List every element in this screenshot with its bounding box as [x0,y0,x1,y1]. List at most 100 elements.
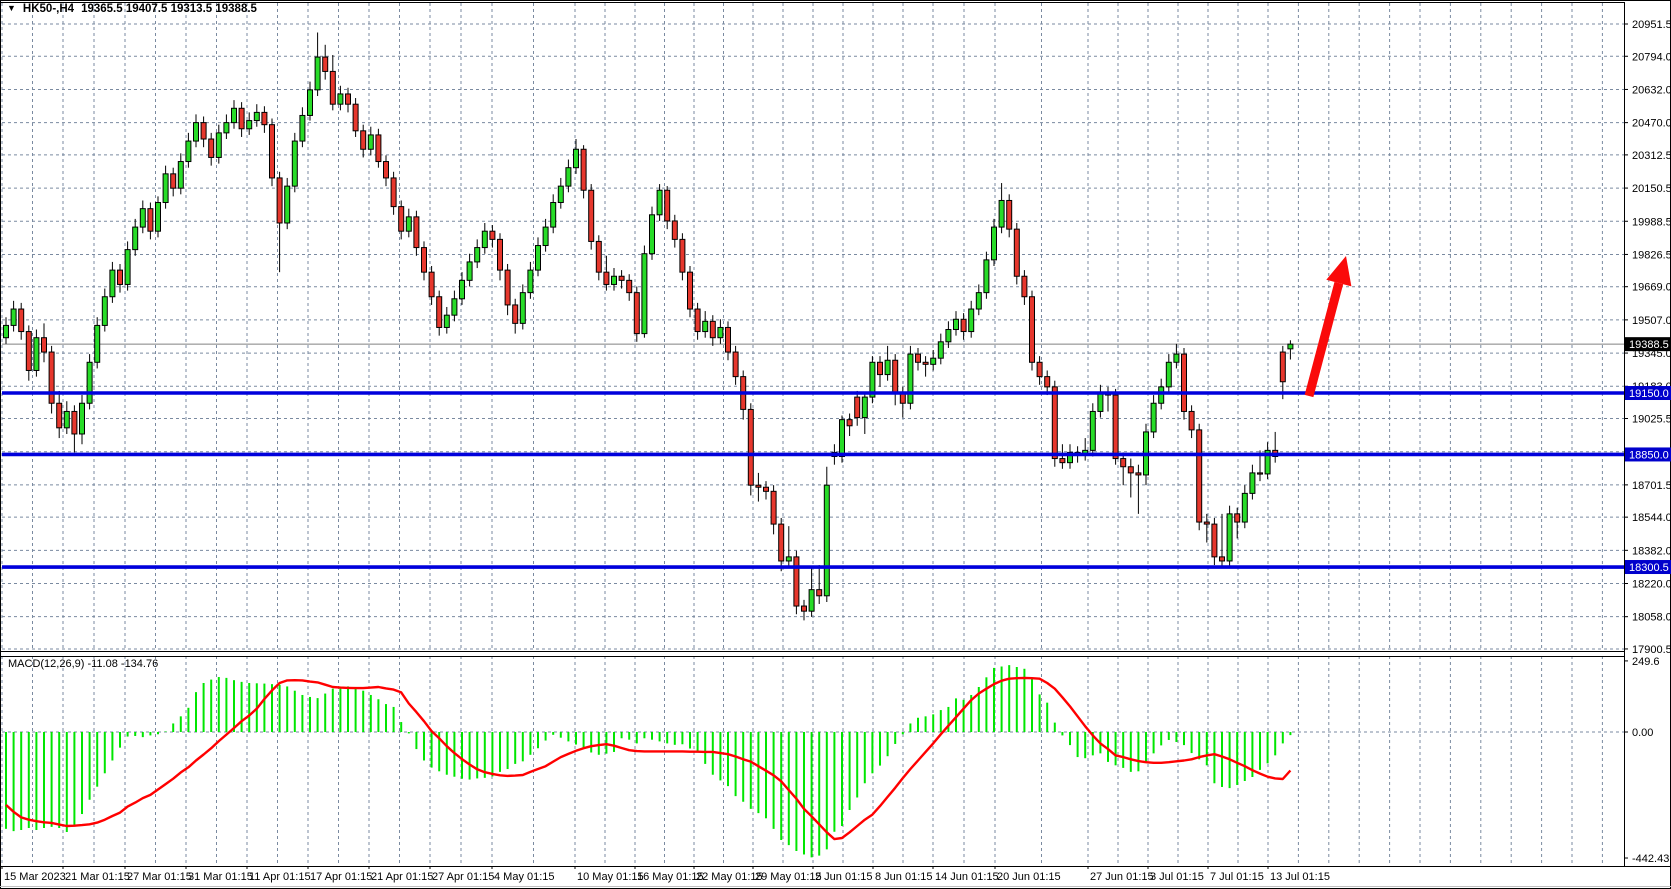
bull-candle [247,121,252,129]
bear-candle [604,272,609,284]
bear-candle [771,491,776,524]
bull-candle [475,248,480,262]
bull-candle [467,262,472,280]
bear-candle [710,321,715,337]
bull-candle [460,280,465,298]
bear-candle [505,270,510,305]
bull-candle [528,270,533,293]
bear-candle [1113,395,1118,458]
price-tick-label: 20632.0 [1632,84,1671,96]
hline-price-badge-label: 19150.0 [1629,388,1669,400]
bull-candle [938,342,943,358]
bull-candle [452,299,457,315]
bull-candle [285,186,290,223]
bull-candle [566,168,571,186]
bull-candle [718,327,723,337]
bear-candle [794,557,799,606]
bear-candle [748,409,753,485]
bull-candle [520,293,525,324]
price-axis[interactable]: 20951.520794.020632.020470.020312.520150… [1624,19,1671,865]
bull-candle [703,321,708,331]
bear-candle [399,207,404,232]
chart-plot[interactable]: 20951.520794.020632.020470.020312.520150… [0,0,1671,889]
bull-candle [946,330,951,342]
symbol-label: HK50-,H4 [23,3,74,15]
bull-candle [216,133,221,158]
price-tick-label: 18701.5 [1632,480,1671,492]
bull-candle [984,260,989,293]
bull-candle [862,397,867,417]
bear-candle [634,293,639,334]
bull-candle [178,162,183,189]
bear-candle [817,590,822,596]
bull-candle [809,590,814,612]
bear-candle [847,420,852,426]
price-tick-label: 19826.5 [1632,249,1671,261]
bull-candle [992,227,997,260]
bull-candle [87,362,92,403]
price-tick-label: 20951.5 [1632,19,1671,31]
chart-title: ▼ HK50-,H4 19365.5 19407.5 19313.5 19388… [7,3,257,15]
bear-candle [1136,473,1141,475]
bull-candle [163,174,168,203]
bull-candle [1227,514,1232,561]
bear-candle [490,231,495,239]
time-tick-label: 31 Mar 01:15 [188,871,253,883]
bull-candle [574,149,579,167]
bull-candle [102,297,107,326]
time-tick-label: 15 Mar 2023 [4,871,66,883]
bear-candle [1030,297,1035,363]
time-axis[interactable]: 15 Mar 202321 Mar 01:1527 Mar 01:1531 Ma… [2,866,1330,883]
bear-candle [589,190,594,241]
bull-candle [999,200,1004,227]
bear-candle [802,606,807,611]
panel-borders [0,1,1671,889]
bull-candle [80,403,85,434]
time-tick-label: 21 Apr 01:15 [371,871,433,883]
candles [4,33,1293,621]
symbol-dropdown-icon[interactable]: ▼ [7,3,16,13]
bear-candle [619,276,624,280]
chart-window: 20951.520794.020632.020470.020312.520150… [0,0,1671,889]
bear-candle [1121,459,1126,467]
bull-candle [1159,387,1164,403]
bull-candle [186,141,191,161]
bear-candle [733,352,738,377]
bear-candle [118,270,123,284]
bull-candle [1166,362,1171,387]
bear-candle [1280,352,1285,382]
time-tick-label: 29 May 01:15 [755,871,822,883]
bear-candle [878,362,883,374]
bear-candle [672,221,677,239]
price-tick-label: 18382.0 [1632,545,1671,557]
bull-candle [338,94,343,104]
bull-candle [11,309,16,325]
bull-candle [300,115,305,141]
price-tick-label: 20794.0 [1632,51,1671,63]
time-tick-label: 22 May 01:15 [696,871,763,883]
bear-candle [1235,514,1240,522]
bull-candle [110,270,115,297]
bear-candle [353,104,358,131]
time-tick-label: 11 Apr 01:15 [249,871,311,883]
time-tick-label: 3 Jul 01:15 [1150,871,1204,883]
macd-indicator-label: MACD(12,26,9) -11.08 -134.76 [8,658,158,670]
bull-candle [156,203,161,232]
price-tick-label: 19988.5 [1632,216,1671,228]
bull-candle [308,90,313,116]
macd-signal-line [6,678,1290,839]
bear-candle [695,309,700,332]
price-tick-label: 19025.5 [1632,414,1671,426]
bear-candle [627,280,632,292]
trend-arrow[interactable] [1309,256,1351,396]
hline-price-badge-label: 18850.0 [1629,449,1669,461]
time-tick-label: 2 Jun 01:15 [815,871,873,883]
time-tick-label: 13 Jul 01:15 [1270,871,1330,883]
time-tick-label: 10 May 01:15 [577,871,644,883]
price-tick-label: 18058.0 [1632,612,1671,624]
bear-candle [688,272,693,309]
bull-candle [315,57,320,90]
price-tick-label: 20470.0 [1632,118,1671,130]
ohlc-values: 19365.5 19407.5 19313.5 19388.5 [81,3,257,15]
time-tick-label: 8 Jun 01:15 [875,871,933,883]
